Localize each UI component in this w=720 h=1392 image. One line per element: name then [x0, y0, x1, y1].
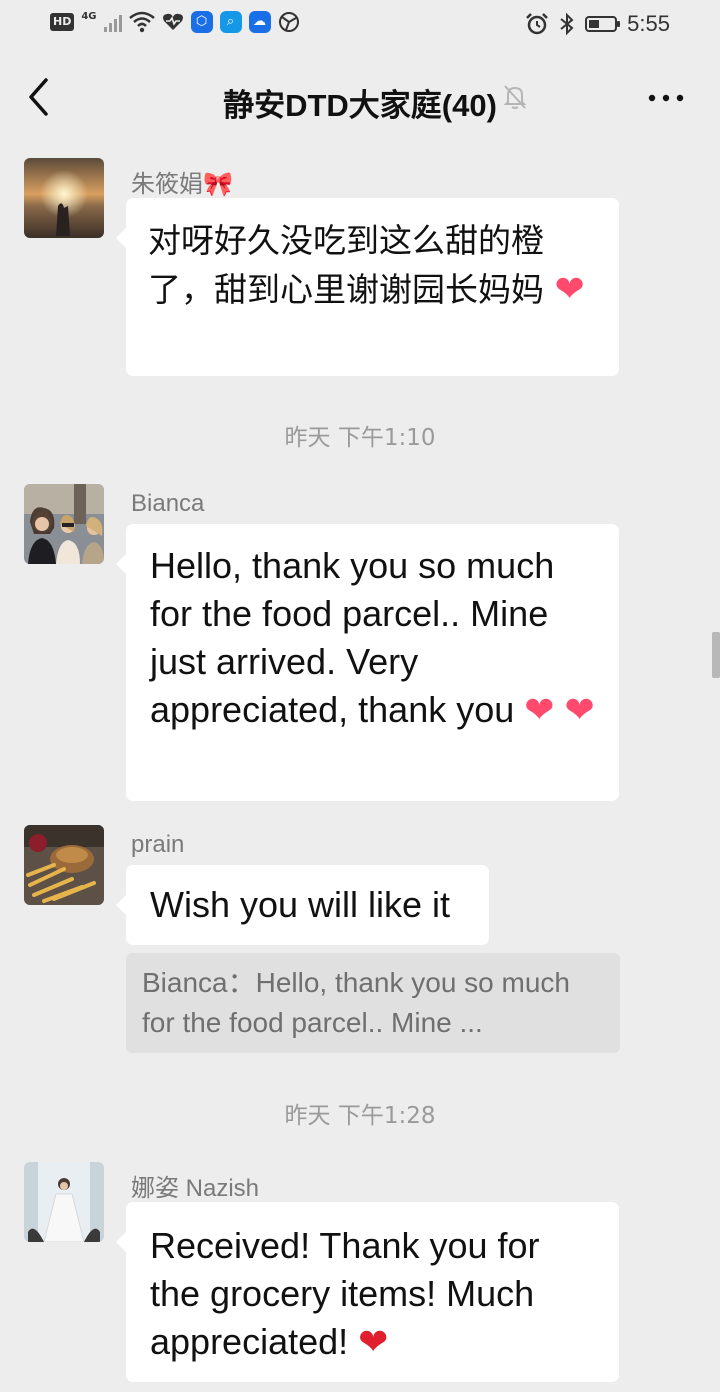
bell-muted-icon — [503, 85, 527, 109]
avatar-food-photo — [24, 825, 104, 905]
avatar-sunset-image — [24, 158, 104, 238]
bluetooth-icon — [560, 12, 574, 36]
alarm-icon — [526, 13, 549, 35]
network-type: 4G — [81, 10, 97, 22]
avatar[interactable] — [24, 825, 104, 905]
avatar[interactable] — [24, 1162, 104, 1242]
hd-indicator: HD — [50, 13, 75, 31]
more-dots — [648, 94, 684, 102]
heart-emoji: ❤ — [554, 269, 585, 310]
clock: 5:55 — [627, 11, 670, 36]
timestamp: 昨天 下午1:28 — [284, 1103, 436, 1129]
heart-rate-icon — [162, 13, 183, 31]
message-bubble[interactable]: Received! Thank you for the grocery item… — [116, 1202, 619, 1382]
sender-name: prain — [131, 831, 185, 858]
message-text: Hello, thank you so much for the food pa… — [150, 545, 555, 730]
quoted-message[interactable]: Bianca：Hello, thank you so much for the … — [126, 953, 620, 1053]
message-text: 对呀好久没吃到这么甜的橙了，甜到心里谢谢园长妈妈 — [148, 221, 544, 309]
heart-emoji: ❤ — [564, 689, 595, 730]
sender-name: Bianca — [131, 490, 205, 517]
avatar-wedding-photo — [24, 1162, 104, 1242]
status-left: HD 4G ⬡ ⌕ ☁ — [50, 11, 300, 33]
app-icon: ⬡ — [190, 11, 213, 33]
status-bar: HD 4G ⬡ ⌕ ☁ 5:55 — [0, 0, 720, 50]
chat-title: 静安DTD大家庭(40) — [223, 88, 497, 123]
search-app-icon: ⌕ — [219, 11, 242, 33]
heart-emoji: ❤ — [524, 689, 555, 730]
cloud-icon: ☁ — [248, 11, 271, 33]
avatar[interactable] — [24, 158, 104, 238]
message-bubble[interactable]: 对呀好久没吃到这么甜的橙了，甜到心里谢谢园长妈妈 ❤ — [116, 198, 619, 376]
sender-name: 娜姿 Nazish — [131, 1175, 260, 1202]
chat-header: 静安DTD大家庭(40) — [0, 50, 720, 146]
timestamp: 昨天 下午1:10 — [284, 425, 436, 451]
avatar-group-photo — [24, 484, 104, 564]
message-bubble[interactable]: Wish you will like it — [116, 865, 489, 945]
status-right: 5:55 — [525, 11, 670, 37]
bow-emoji: 🎀 — [203, 171, 233, 198]
battery-icon — [585, 16, 621, 32]
sender-name-text: 朱筱娟 — [131, 171, 203, 198]
globe-icon — [278, 12, 299, 32]
more-icon[interactable] — [642, 84, 690, 112]
sender-name: 朱筱娟🎀 — [131, 164, 233, 199]
scrollbar-thumb[interactable] — [712, 632, 720, 678]
avatar[interactable] — [24, 484, 104, 564]
message-text: Wish you will like it — [150, 884, 451, 925]
message-bubble[interactable]: Hello, thank you so much for the food pa… — [116, 524, 619, 801]
message-text: Received! Thank you for the grocery item… — [150, 1225, 540, 1362]
heart-emoji: ❤ — [358, 1321, 389, 1362]
wifi-icon — [128, 11, 155, 33]
signal-icon — [103, 12, 122, 32]
